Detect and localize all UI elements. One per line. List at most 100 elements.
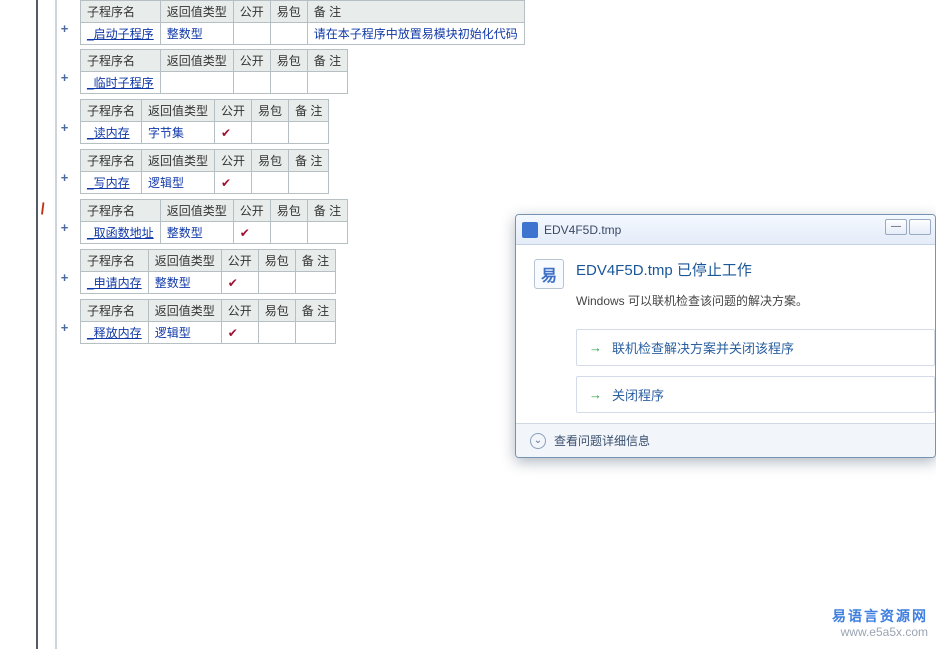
watermark-url: www.e5a5x.com xyxy=(832,625,928,641)
expand-toggle[interactable]: + xyxy=(58,121,71,134)
col-header-ret: 返回值类型 xyxy=(148,300,221,322)
procedure-table: 子程序名返回值类型公开易包备 注 _写内存 逻辑型 ✔ xyxy=(80,149,329,194)
app-icon xyxy=(522,222,538,238)
dialog-titlebar[interactable]: EDV4F5D.tmp — xyxy=(516,215,935,245)
public-checkbox[interactable]: ✔ xyxy=(233,222,270,244)
action-close-program[interactable]: → 关闭程序 xyxy=(576,376,935,413)
chevron-down-icon: ⌄ xyxy=(530,433,546,449)
return-type[interactable]: 整数型 xyxy=(167,226,203,240)
minimize-button[interactable]: — xyxy=(885,219,907,235)
public-checkbox[interactable]: ✔ xyxy=(215,122,252,144)
col-header-remark: 备 注 xyxy=(289,150,329,172)
public-checkbox[interactable] xyxy=(233,23,270,45)
remark-cell[interactable] xyxy=(289,122,329,144)
procedure-name[interactable]: _写内存 xyxy=(87,176,130,190)
table-row[interactable]: _释放内存逻辑型 ✔ xyxy=(81,322,336,344)
public-checkbox[interactable]: ✔ xyxy=(221,272,258,294)
col-header-name: 子程序名 xyxy=(81,250,149,272)
procedure-name[interactable]: _启动子程序 xyxy=(87,27,154,41)
col-header-epkg: 易包 xyxy=(258,250,295,272)
procedure-table: 子程序名返回值类型公开易包备 注_启动子程序整数型请在本子程序中放置易模块初始化… xyxy=(80,0,525,45)
col-header-pub: 公开 xyxy=(215,150,252,172)
dialog-body: 易 EDV4F5D.tmp 已停止工作 Windows 可以联机检查该问题的解决… xyxy=(516,245,935,437)
col-header-epkg: 易包 xyxy=(270,1,307,23)
action-check-online[interactable]: → 联机检查解决方案并关闭该程序 xyxy=(576,329,935,366)
view-details-label: 查看问题详细信息 xyxy=(554,432,650,449)
epackage-checkbox[interactable] xyxy=(270,72,307,94)
col-header-ret: 返回值类型 xyxy=(160,50,233,72)
arrow-right-icon: → xyxy=(589,387,602,402)
table-row[interactable]: _申请内存整数型 ✔ xyxy=(81,272,336,294)
expand-toggle[interactable]: + xyxy=(58,321,71,334)
maximize-button[interactable] xyxy=(909,219,931,235)
procedure-name[interactable]: _取函数地址 xyxy=(87,226,154,240)
dialog-footer[interactable]: ⌄ 查看问题详细信息 xyxy=(516,423,935,457)
return-type[interactable]: 逻辑型 xyxy=(148,176,184,190)
col-header-remark: 备 注 xyxy=(307,200,347,222)
col-header-pub: 公开 xyxy=(233,1,270,23)
col-header-remark: 备 注 xyxy=(295,250,335,272)
expand-toggle[interactable]: + xyxy=(58,271,71,284)
col-header-epkg: 易包 xyxy=(252,150,289,172)
action-check-online-label: 联机检查解决方案并关闭该程序 xyxy=(612,338,794,357)
col-header-name: 子程序名 xyxy=(81,100,142,122)
col-header-epkg: 易包 xyxy=(270,200,307,222)
col-header-ret: 返回值类型 xyxy=(142,150,215,172)
procedure-name[interactable]: _申请内存 xyxy=(87,276,142,290)
table-row[interactable]: _读内存 字节集 ✔ xyxy=(81,122,329,144)
epackage-checkbox[interactable] xyxy=(252,122,289,144)
remark-cell[interactable] xyxy=(295,322,335,344)
procedure-table: 子程序名返回值类型公开易包备 注 _临时子程序 xyxy=(80,49,348,94)
procedure-name[interactable]: _读内存 xyxy=(87,126,130,140)
expand-toggle[interactable]: + xyxy=(58,71,71,84)
col-header-name: 子程序名 xyxy=(81,50,161,72)
table-row[interactable]: _启动子程序整数型 请在本子程序中放置易模块初始化代码 xyxy=(81,23,525,45)
col-header-name: 子程序名 xyxy=(81,150,142,172)
col-header-pub: 公开 xyxy=(233,50,270,72)
epackage-checkbox[interactable] xyxy=(270,23,307,45)
public-checkbox[interactable]: ✔ xyxy=(215,172,252,194)
col-header-epkg: 易包 xyxy=(270,50,307,72)
expand-toggle[interactable]: + xyxy=(58,221,71,234)
col-header-name: 子程序名 xyxy=(81,1,161,23)
action-close-program-label: 关闭程序 xyxy=(612,385,664,404)
program-icon: 易 xyxy=(534,259,564,289)
remark-cell[interactable] xyxy=(307,72,347,94)
epackage-checkbox[interactable] xyxy=(258,322,295,344)
public-checkbox[interactable]: ✔ xyxy=(221,322,258,344)
col-header-name: 子程序名 xyxy=(81,300,149,322)
table-row[interactable]: _取函数地址整数型 ✔ xyxy=(81,222,348,244)
return-type[interactable]: 逻辑型 xyxy=(155,326,191,340)
remark-cell[interactable] xyxy=(295,272,335,294)
procedure-table: 子程序名返回值类型公开易包备 注_释放内存逻辑型✔ xyxy=(80,299,336,344)
procedure-table: 子程序名返回值类型公开易包备 注_读内存字节集✔ xyxy=(80,99,329,144)
col-header-pub: 公开 xyxy=(221,300,258,322)
col-header-pub: 公开 xyxy=(233,200,270,222)
col-header-ret: 返回值类型 xyxy=(160,200,233,222)
remark-text: 请在本子程序中放置易模块初始化代码 xyxy=(314,27,518,41)
col-header-remark: 备 注 xyxy=(289,100,329,122)
public-checkbox[interactable] xyxy=(233,72,270,94)
col-header-epkg: 易包 xyxy=(258,300,295,322)
remark-cell[interactable]: 请在本子程序中放置易模块初始化代码 xyxy=(307,23,524,45)
table-row[interactable]: _临时子程序 xyxy=(81,72,348,94)
watermark: 易语言资源网 www.e5a5x.com xyxy=(832,607,928,641)
epackage-checkbox[interactable] xyxy=(252,172,289,194)
expand-toggle[interactable]: + xyxy=(58,171,71,184)
watermark-title: 易语言资源网 xyxy=(832,607,928,625)
table-row[interactable]: _写内存 逻辑型 ✔ xyxy=(81,172,329,194)
remark-cell[interactable] xyxy=(307,222,347,244)
procedure-name[interactable]: _释放内存 xyxy=(87,326,142,340)
epackage-checkbox[interactable] xyxy=(258,272,295,294)
epackage-checkbox[interactable] xyxy=(270,222,307,244)
return-type[interactable]: 整数型 xyxy=(167,27,203,41)
return-type[interactable]: 字节集 xyxy=(148,126,184,140)
col-header-pub: 公开 xyxy=(215,100,252,122)
col-header-remark: 备 注 xyxy=(307,50,347,72)
expand-toggle[interactable]: + xyxy=(58,22,71,35)
procedure-name[interactable]: _临时子程序 xyxy=(87,76,154,90)
return-type[interactable]: 整数型 xyxy=(155,276,191,290)
col-header-pub: 公开 xyxy=(221,250,258,272)
remark-cell[interactable] xyxy=(289,172,329,194)
procedure-table: 子程序名返回值类型公开易包备 注_申请内存整数型✔ xyxy=(80,249,336,294)
